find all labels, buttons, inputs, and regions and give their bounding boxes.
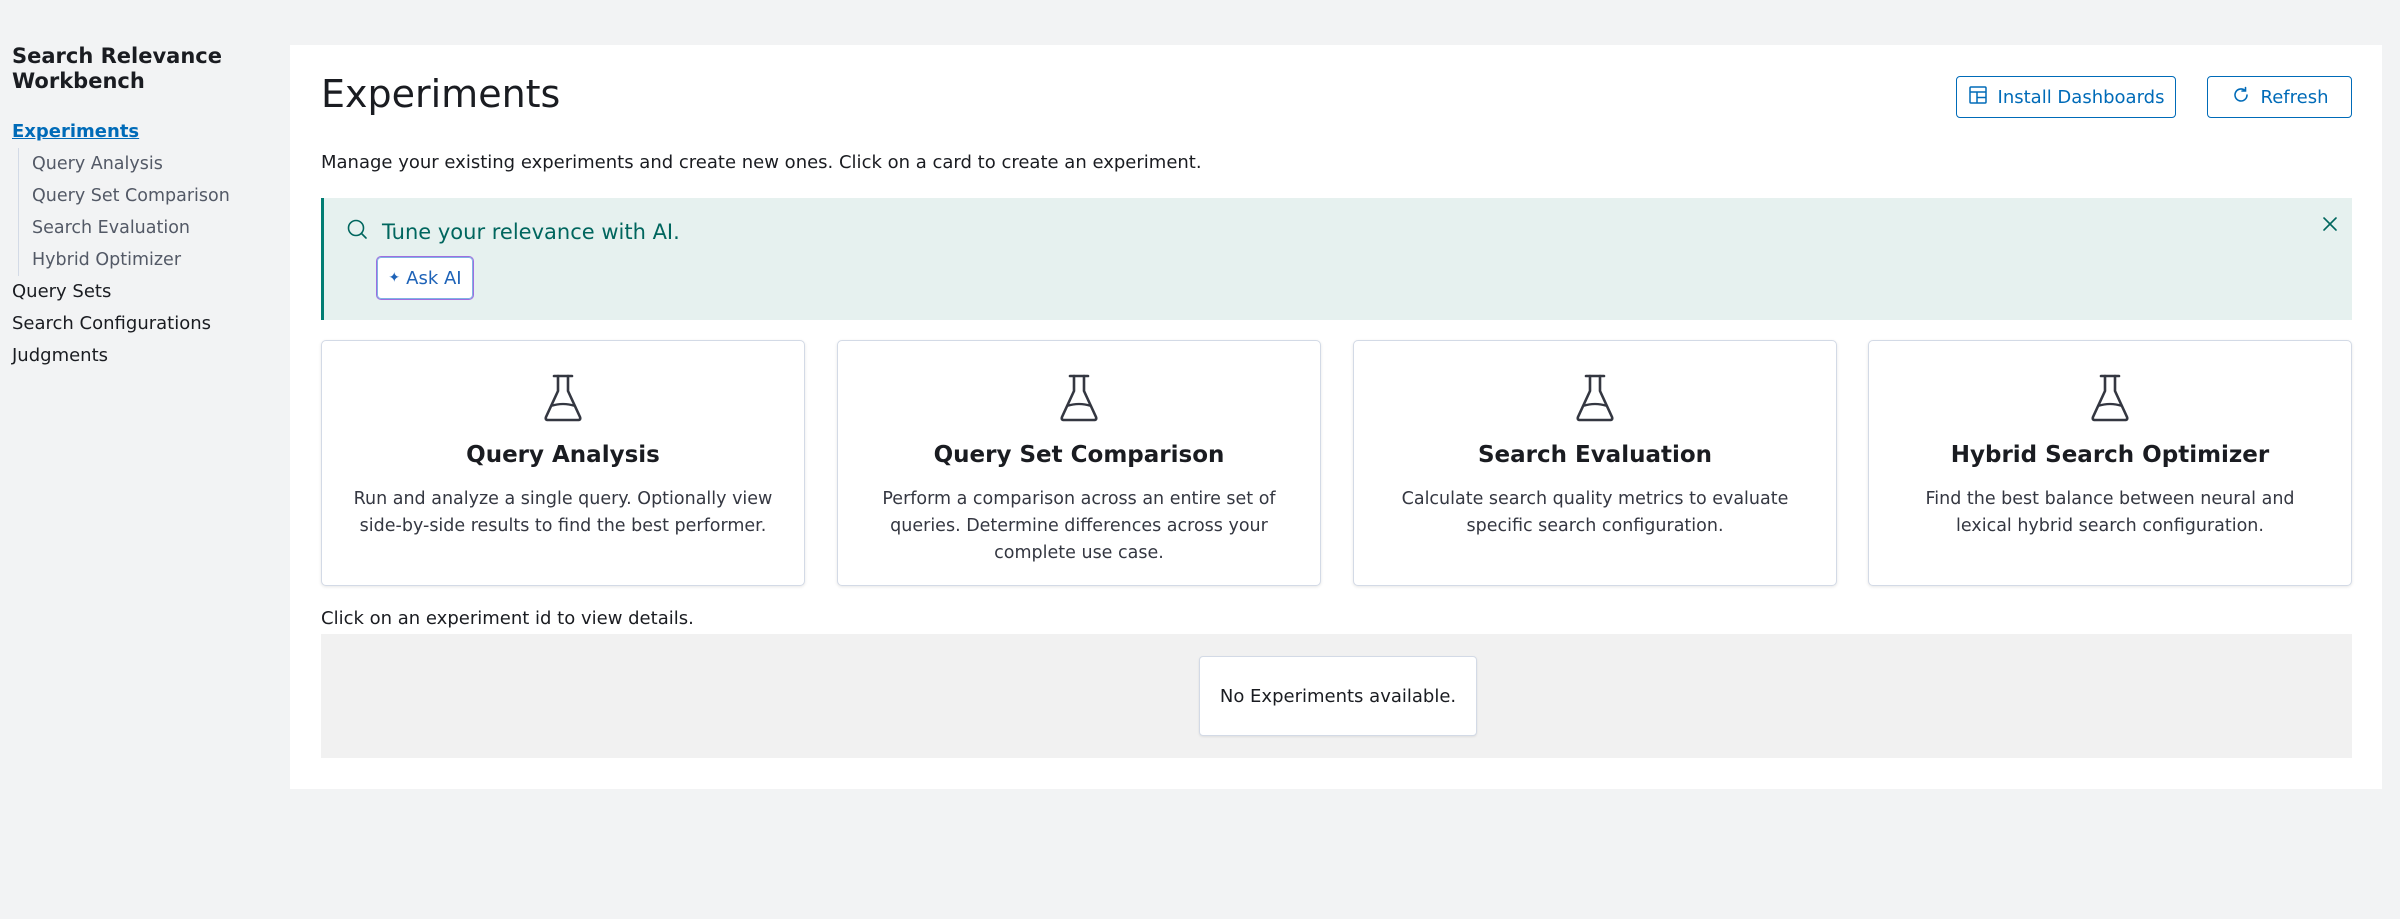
- search-icon: [346, 218, 368, 245]
- close-icon[interactable]: [2318, 212, 2342, 236]
- sidebar-item-hybrid-optimizer[interactable]: Hybrid Optimizer: [32, 244, 272, 276]
- card-description: Run and analyze a single query. Optional…: [353, 489, 773, 536]
- beaker-icon: [542, 373, 584, 423]
- main-panel: Experiments Install Dashboards Refresh M…: [290, 45, 2382, 789]
- experiments-hint: Click on an experiment id to view detail…: [321, 608, 694, 629]
- card-description: Calculate search quality metrics to eval…: [1401, 489, 1789, 536]
- card-title: Search Evaluation: [1477, 442, 1713, 468]
- card-search-evaluation[interactable]: Search Evaluation Calculate search quali…: [1353, 340, 1837, 586]
- sidebar-item-search-evaluation[interactable]: Search Evaluation: [32, 212, 272, 244]
- card-description: Perform a comparison across an entire se…: [882, 489, 1276, 563]
- sidebar-item-query-analysis[interactable]: Query Analysis: [32, 148, 272, 180]
- card-query-analysis[interactable]: Query Analysis Run and analyze a single …: [321, 340, 805, 586]
- sidebar-item-query-sets[interactable]: Query Sets: [12, 276, 272, 308]
- beaker-icon: [1574, 373, 1616, 423]
- experiments-table-area: No Experiments available.: [321, 634, 2352, 758]
- ai-callout: Tune your relevance with AI. ✦ Ask AI: [321, 198, 2352, 320]
- install-dashboards-label: Install Dashboards: [1997, 86, 2165, 108]
- refresh-label: Refresh: [2260, 86, 2329, 108]
- install-dashboards-button[interactable]: Install Dashboards: [1956, 76, 2176, 118]
- callout-title-text: Tune your relevance with AI.: [382, 219, 680, 244]
- card-title: Hybrid Search Optimizer: [1950, 442, 2270, 468]
- card-title: Query Analysis: [466, 442, 660, 468]
- card-title: Query Set Comparison: [933, 442, 1225, 468]
- page-title: Experiments: [321, 72, 561, 116]
- refresh-button[interactable]: Refresh: [2207, 76, 2352, 118]
- sparkle-icon: ✦: [388, 270, 401, 286]
- ask-ai-button[interactable]: ✦ Ask AI: [376, 256, 474, 300]
- experiments-subnav: Query Analysis Query Set Comparison Sear…: [18, 148, 272, 276]
- ask-ai-label: Ask AI: [406, 267, 462, 289]
- callout-title: Tune your relevance with AI.: [346, 218, 680, 245]
- card-description: Find the best balance between neural and…: [1925, 489, 2295, 536]
- refresh-icon: [2231, 85, 2251, 110]
- sidebar-item-judgments[interactable]: Judgments: [12, 340, 272, 372]
- card-hybrid-search-optimizer[interactable]: Hybrid Search Optimizer Find the best ba…: [1868, 340, 2352, 586]
- sidebar-item-experiments[interactable]: Experiments: [12, 116, 272, 148]
- app-title: Search Relevance Workbench: [12, 44, 222, 93]
- sidebar: Search Relevance Workbench Experiments Q…: [12, 44, 272, 372]
- empty-state: No Experiments available.: [1199, 656, 1477, 736]
- dashboard-icon: [1968, 85, 1988, 110]
- card-query-set-comparison[interactable]: Query Set Comparison Perform a compariso…: [837, 340, 1321, 586]
- page-description: Manage your existing experiments and cre…: [321, 152, 1202, 173]
- sidebar-item-query-set-comparison[interactable]: Query Set Comparison: [32, 180, 272, 212]
- sidebar-item-search-configurations[interactable]: Search Configurations: [12, 308, 272, 340]
- beaker-icon: [1058, 373, 1100, 423]
- beaker-icon: [2089, 373, 2131, 423]
